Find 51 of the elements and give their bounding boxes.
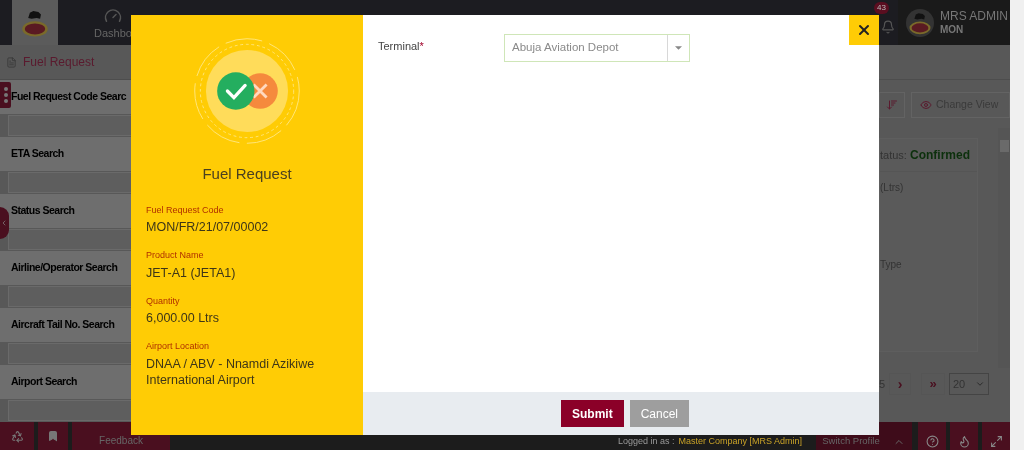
logged-in-label: Logged in as : [617, 434, 675, 448]
close-icon [856, 22, 872, 38]
detail-value: DNAA / ABV - Nnamdi Azikiwe International Airport [146, 355, 316, 388]
notification-icon[interactable] [881, 20, 895, 34]
bookmark-button[interactable] [38, 422, 68, 450]
user-org: MON [940, 22, 965, 36]
sort-button[interactable] [879, 92, 905, 118]
filter-label: ETA Search [11, 146, 64, 162]
modal-title: Fuel Request [201, 164, 293, 184]
dashboard-icon [103, 6, 122, 25]
help-button[interactable] [918, 422, 946, 450]
detail-value: MON/FR/21/07/00002 [146, 219, 270, 235]
nav-item[interactable]: Dashbo [94, 0, 132, 45]
cancel-button[interactable]: Cancel [629, 400, 689, 427]
fullscreen-icon [989, 435, 1003, 448]
detail-label: Airport Location [146, 340, 211, 353]
avatar-icon [906, 8, 934, 37]
flame-icon [957, 435, 971, 448]
flame-button[interactable] [950, 422, 978, 450]
sort-icon [886, 99, 898, 111]
page-title: Fuel Request [23, 54, 95, 71]
detail-value: 6,000.00 Ltrs [146, 310, 220, 326]
recycle-icon [10, 429, 24, 443]
bookmark-icon [47, 430, 59, 442]
notification-badge: 43 [874, 2, 889, 14]
recycle-button[interactable] [0, 422, 34, 450]
help-icon [925, 435, 939, 448]
fullscreen-button[interactable] [982, 422, 1010, 450]
filter-label: Aircraft Tail No. Search [11, 317, 115, 333]
detail-label: Quantity [146, 294, 181, 308]
user-name: MRS ADMIN [940, 9, 1008, 23]
close-button[interactable] [849, 15, 879, 45]
document-icon [6, 56, 17, 68]
filter-label: Fuel Request Code Searc [11, 89, 127, 105]
field-label: Terminal* [378, 39, 425, 54]
terminal-select[interactable]: Abuja Aviation Depot [504, 34, 690, 62]
filter-label: Airport Search [11, 374, 77, 390]
chevron-down-icon [975, 379, 985, 389]
eye-icon [920, 99, 932, 111]
collapse-handle[interactable] [0, 207, 9, 239]
filter-label: Status Search [11, 203, 75, 219]
detail-label: Product Name [146, 249, 205, 262]
user-menu[interactable]: MRS ADMIN MON [898, 0, 1010, 45]
detail-label: Fuel Request Code [146, 203, 225, 217]
submit-button[interactable]: Submit [561, 400, 624, 427]
detail-value: JET-A1 (JETA1) [146, 264, 237, 281]
chevron-left-icon [0, 218, 8, 228]
approve-reject-icon [191, 35, 303, 147]
logged-in-company: Master Company [MRS Admin] [678, 434, 802, 448]
panel-menu-tab[interactable] [0, 82, 11, 108]
filter-label: Airline/Operator Search [11, 260, 118, 276]
